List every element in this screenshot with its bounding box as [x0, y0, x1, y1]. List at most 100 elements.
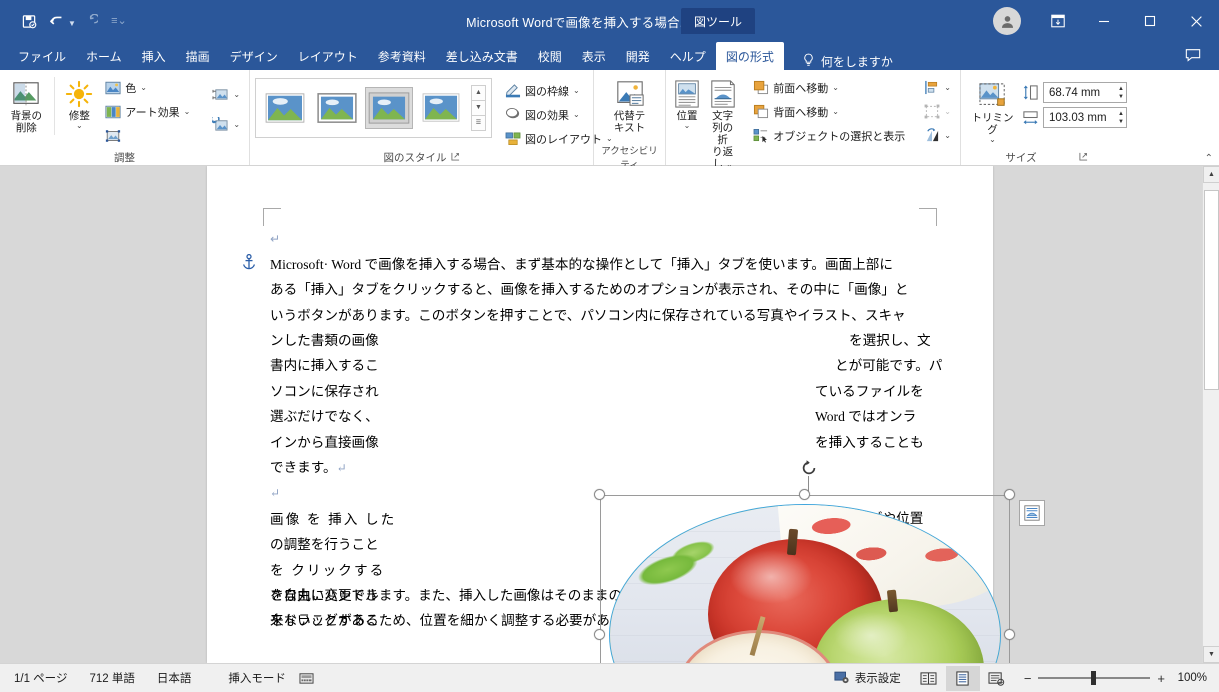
tab-picture-format[interactable]: 図の形式: [715, 42, 784, 70]
picture-styles-gallery[interactable]: ▲ ▼ ☰: [255, 78, 492, 138]
crop-chevron-down-icon[interactable]: ⌄: [989, 135, 996, 144]
resize-handle-top-right[interactable]: [1004, 489, 1015, 500]
shape-height-field[interactable]: 68.74 mm ▲ ▼: [1043, 82, 1127, 103]
picture-style-3[interactable]: [365, 87, 413, 129]
gallery-scroll-down-icon[interactable]: ▼: [471, 99, 486, 116]
picture-style-2[interactable]: [313, 87, 361, 129]
shape-height-stepper[interactable]: ▲ ▼: [1118, 86, 1124, 100]
artistic-effects-chevron-down-icon[interactable]: ⌄: [184, 107, 191, 116]
rotate-objects-button[interactable]: ⌄: [919, 124, 955, 147]
insert-mode-indicator[interactable]: 挿入モード: [202, 670, 297, 686]
document-canvas[interactable]: ↵ Microsoft· Word で画像を挿入する場合、まず基本的な操作として…: [0, 166, 1219, 663]
corrections-button[interactable]: 修整 ⌄: [60, 75, 98, 130]
tab-home[interactable]: ホーム: [76, 42, 132, 70]
compress-pictures-chevron-down-icon[interactable]: ⌄: [233, 90, 240, 99]
zoom-slider[interactable]: − +: [1014, 671, 1175, 686]
picture-border-chevron-down-icon[interactable]: ⌄: [573, 86, 580, 95]
color-chevron-down-icon[interactable]: ⌄: [140, 83, 147, 92]
size-dialog-launcher-icon[interactable]: [1079, 152, 1088, 163]
word-count[interactable]: 712 単語: [78, 670, 145, 686]
layout-options-button[interactable]: [1019, 500, 1045, 526]
shape-width-field[interactable]: 103.03 mm ▲ ▼: [1043, 107, 1127, 128]
inserted-picture[interactable]: [594, 459, 1045, 663]
zoom-level[interactable]: 100%: [1175, 672, 1219, 684]
tab-view[interactable]: 表示: [572, 42, 616, 70]
reset-picture-icon: [212, 116, 229, 133]
gallery-more-icon[interactable]: ☰: [471, 114, 486, 131]
send-backward-button[interactable]: 背面へ移動 ⌄: [748, 100, 909, 123]
account-avatar[interactable]: [993, 7, 1021, 35]
macro-record-icon[interactable]: [297, 671, 325, 685]
group-objects-chevron-down-icon[interactable]: ⌄: [944, 107, 951, 116]
crop-label: トリミング: [971, 112, 1014, 137]
tab-help[interactable]: ヘルプ: [660, 42, 716, 70]
crop-button[interactable]: トリミング ⌄: [966, 77, 1019, 144]
picture-styles-dialog-launcher-icon[interactable]: [450, 152, 460, 163]
group-objects-button[interactable]: ⌄: [919, 100, 955, 123]
minimize-button[interactable]: [1081, 0, 1127, 42]
bring-forward-button[interactable]: 前面へ移動 ⌄: [748, 76, 909, 99]
gallery-scroll-up-icon[interactable]: ▲: [471, 84, 486, 101]
compress-pictures-button[interactable]: ⌄: [208, 83, 244, 106]
tab-mailings[interactable]: 差し込み文書: [436, 42, 528, 70]
artistic-effects-button[interactable]: アート効果 ⌄: [100, 100, 194, 123]
send-backward-chevron-down-icon[interactable]: ⌄: [832, 107, 839, 116]
selection-pane-button[interactable]: オブジェクトの選択と表示: [748, 124, 909, 147]
bring-forward-chevron-down-icon[interactable]: ⌄: [832, 83, 839, 92]
language-indicator[interactable]: 日本語: [146, 670, 203, 686]
scrollbar-thumb[interactable]: [1204, 190, 1219, 390]
position-button[interactable]: 位置 ⌄: [671, 75, 703, 130]
oval-cropped-photo[interactable]: [609, 504, 1001, 663]
tab-review[interactable]: 校閲: [528, 42, 572, 70]
zoom-out-button[interactable]: −: [1024, 671, 1032, 686]
picture-effects-chevron-down-icon[interactable]: ⌄: [573, 110, 580, 119]
corrections-chevron-down-icon[interactable]: ⌄: [76, 121, 83, 130]
resize-handle-middle-right[interactable]: [1004, 629, 1015, 640]
picture-style-1[interactable]: [261, 87, 309, 129]
scroll-up-icon[interactable]: ▲: [1203, 166, 1219, 183]
view-print-layout[interactable]: [945, 665, 980, 691]
ribbon-display-options-icon[interactable]: [1035, 0, 1081, 42]
remove-background-button[interactable]: 背景の 削除: [5, 75, 48, 134]
close-button[interactable]: [1173, 0, 1219, 42]
position-chevron-down-icon[interactable]: ⌄: [684, 121, 691, 130]
reset-picture-chevron-down-icon[interactable]: ⌄: [233, 120, 240, 129]
tab-developer[interactable]: 開発: [616, 42, 660, 70]
view-read-mode[interactable]: [912, 666, 946, 691]
display-settings-button[interactable]: 表示設定: [823, 670, 912, 687]
left-line-4: 選ぶだけでなく、: [270, 409, 379, 425]
resize-handle-middle-left[interactable]: [594, 629, 605, 640]
zoom-track[interactable]: [1038, 671, 1151, 685]
tab-design[interactable]: デザイン: [220, 42, 288, 70]
align-objects-chevron-down-icon[interactable]: ⌄: [944, 83, 951, 92]
tab-layout[interactable]: レイアウト: [288, 42, 368, 70]
document-page[interactable]: ↵ Microsoft· Word で画像を挿入する場合、まず基本的な操作として…: [207, 166, 1045, 663]
wrap-text-button[interactable]: 文字列の折 り返し ⌄: [705, 75, 740, 170]
maximize-button[interactable]: [1127, 0, 1173, 42]
tab-draw[interactable]: 描画: [176, 42, 220, 70]
view-web-layout[interactable]: [980, 666, 1014, 691]
align-objects-button[interactable]: ⌄: [919, 76, 955, 99]
tell-me-box[interactable]: 何をしますか: [802, 53, 893, 70]
tab-references[interactable]: 参考資料: [368, 42, 436, 70]
scroll-down-icon[interactable]: ▼: [1203, 646, 1219, 663]
tab-insert[interactable]: 挿入: [132, 42, 176, 70]
alt-text-button[interactable]: 代替テ キスト: [603, 75, 657, 134]
zoom-thumb[interactable]: [1091, 671, 1097, 685]
color-button[interactable]: 色 ⌄: [100, 76, 194, 99]
transparency-button[interactable]: [100, 124, 194, 147]
picture-style-4[interactable]: [417, 87, 465, 129]
rotate-objects-chevron-down-icon[interactable]: ⌄: [944, 131, 951, 140]
tab-file[interactable]: ファイル: [8, 42, 76, 70]
resize-handle-top-left[interactable]: [594, 489, 605, 500]
zoom-in-button[interactable]: +: [1157, 671, 1165, 686]
resize-handle-top-center[interactable]: [799, 489, 810, 500]
page-indicator[interactable]: 1/1 ページ: [0, 670, 78, 686]
comments-icon[interactable]: [1185, 48, 1201, 65]
rotate-handle[interactable]: [799, 458, 818, 477]
vertical-scrollbar[interactable]: ▲ ▼: [1202, 166, 1219, 663]
shape-width-stepper[interactable]: ▲ ▼: [1118, 111, 1124, 125]
reset-picture-button[interactable]: ⌄: [208, 113, 244, 136]
collapse-ribbon-icon[interactable]: ⌃: [1205, 153, 1213, 164]
paragraph-intro[interactable]: Microsoft· Word で画像を挿入する場合、まず基本的な操作として「挿…: [270, 252, 950, 328]
